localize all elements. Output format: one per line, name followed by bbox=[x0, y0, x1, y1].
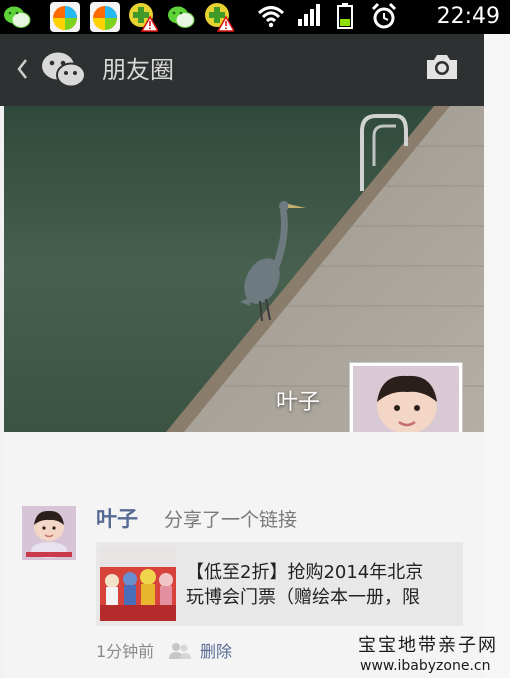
wechat-notification-icon bbox=[168, 6, 195, 28]
signal-icon bbox=[298, 4, 320, 26]
link-title-line-1: 【低至2折】抢购2014年北京 bbox=[186, 562, 424, 583]
page-title: 朋友圈 bbox=[102, 56, 174, 84]
battery-icon bbox=[337, 3, 353, 29]
watermark-url: www.ibabyzone.cn bbox=[360, 658, 491, 674]
watermark-site-name: 宝宝地带亲子网 bbox=[358, 635, 498, 656]
delete-button[interactable]: 删除 bbox=[200, 640, 232, 664]
top-nav-bar: 朋友圈 bbox=[0, 34, 484, 106]
link-title: 【低至2折】抢购2014年北京 玩博会门票（赠绘本一册，限 bbox=[186, 560, 458, 620]
wifi-icon bbox=[257, 6, 285, 28]
link-thumbnail bbox=[100, 547, 176, 621]
friends-icon bbox=[169, 643, 191, 659]
wechat-notification-icon bbox=[4, 6, 31, 28]
wechat-icon bbox=[42, 52, 86, 88]
chevron-left-icon[interactable] bbox=[14, 56, 30, 82]
app-store-notification-icon bbox=[90, 2, 120, 32]
clock: 22:49 bbox=[436, 4, 500, 29]
post-user-name[interactable]: 叶子 bbox=[96, 504, 138, 534]
watermark: 宝宝地带亲子网 www.ibabyzone.cn bbox=[358, 634, 506, 678]
alarm-icon bbox=[371, 2, 397, 29]
app-store-notification-icon bbox=[50, 2, 80, 32]
plus-warning-notification-icon bbox=[205, 3, 234, 32]
scroll-edge bbox=[484, 34, 510, 678]
status-bar: 22:49 bbox=[0, 0, 510, 34]
plus-warning-notification-icon bbox=[129, 3, 158, 32]
link-title-line-2: 玩博会门票（赠绘本一册，限 bbox=[186, 587, 420, 608]
camera-icon[interactable] bbox=[424, 52, 460, 82]
cover-user-name: 叶子 bbox=[276, 390, 321, 415]
child-avatar-image bbox=[22, 506, 76, 560]
post-avatar[interactable] bbox=[22, 506, 76, 560]
shared-link-card[interactable]: 【低至2折】抢购2014年北京 玩博会门票（赠绘本一册，限 bbox=[96, 542, 463, 626]
post-action-text: 分享了一个链接 bbox=[164, 509, 298, 531]
post-timestamp: 1分钟前 bbox=[96, 642, 155, 661]
